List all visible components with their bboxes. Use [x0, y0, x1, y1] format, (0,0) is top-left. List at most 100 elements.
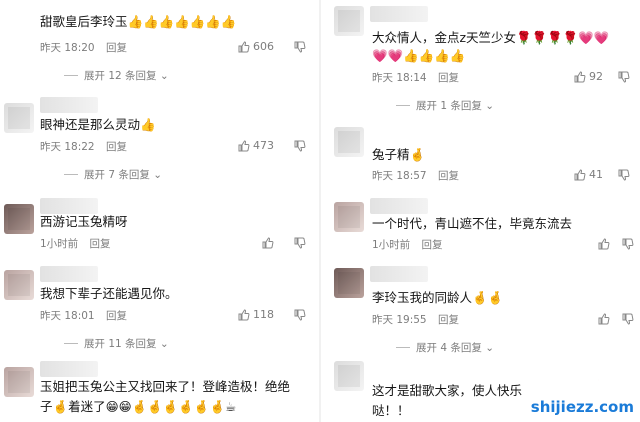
- comment-text-line1: 玉姐把玉兔公主又找回来了！登峰造极！绝绝: [40, 379, 291, 394]
- comment-text: 甜歌皇后李玲玉👍👍👍👍👍👍👍: [40, 14, 237, 29]
- thumbs-up-icon: [598, 238, 610, 250]
- comment-text-line2: 子🤞着迷了😁😁🤞🤞🤞🤞🤞🤞☕: [40, 399, 237, 414]
- column-divider: [319, 0, 321, 422]
- comment-time: 昨天 18:57: [372, 170, 427, 182]
- comment-time: 1小时前: [40, 238, 79, 250]
- thumbs-up-icon: [574, 169, 586, 181]
- like-button[interactable]: [262, 236, 277, 249]
- comment-meta: 昨天 18:20 回复: [40, 40, 127, 55]
- expand-replies[interactable]: 展开 12 条回复 ⌄: [64, 68, 169, 83]
- comment-text-line2: 💗💗👍👍👍👍: [372, 48, 466, 63]
- avatar[interactable]: [4, 103, 34, 133]
- username-blurred: [40, 266, 98, 282]
- thumbs-down-icon[interactable]: [618, 71, 630, 83]
- comment-text-line1: 这才是甜歌大家，使人快乐: [372, 383, 523, 398]
- comment-meta: 昨天 19:55 回复: [372, 312, 459, 327]
- chevron-down-icon: ⌄: [156, 338, 169, 350]
- comment-text-line1: 大众情人，金点z天竺少女🌹🌹🌹🌹💗💗: [372, 30, 610, 45]
- like-button[interactable]: [598, 312, 613, 325]
- reply-button[interactable]: 回复: [106, 42, 127, 54]
- comment-meta: 昨天 18:22 回复: [40, 139, 127, 154]
- comment-meta: 1小时前 回复: [40, 236, 111, 251]
- like-button[interactable]: 41: [574, 168, 603, 181]
- comment-meta: 1小时前 回复: [372, 237, 443, 252]
- avatar[interactable]: [334, 127, 364, 157]
- comment-text: 眼神还是那么灵动👍: [40, 117, 156, 132]
- avatar[interactable]: [4, 270, 34, 300]
- thumbs-down-icon[interactable]: [294, 237, 306, 249]
- reply-button[interactable]: 回复: [106, 141, 127, 153]
- username-blurred: [40, 97, 98, 113]
- comment-text: 兔子精🤞: [372, 147, 426, 162]
- username-blurred: [370, 6, 428, 22]
- expand-line: [396, 105, 410, 106]
- comment-text: 一个时代，青山遮不住，毕竟东流去: [372, 216, 573, 231]
- comment-meta: 昨天 18:14 回复: [372, 70, 459, 85]
- chevron-down-icon: ⌄: [481, 100, 494, 112]
- chevron-down-icon: ⌄: [156, 70, 169, 82]
- comment-meta: 昨天 18:01 回复: [40, 308, 127, 323]
- comment-item: 大众情人，金点z天竺少女🌹🌹🌹🌹💗💗 💗💗👍👍👍👍 昨天 18:14 回复 92…: [322, 0, 640, 115]
- like-button[interactable]: 606: [238, 40, 274, 53]
- comment-item: 一个时代，青山遮不住，毕竟东流去 1小时前 回复: [322, 190, 640, 260]
- expand-replies[interactable]: 展开 11 条回复 ⌄: [64, 336, 169, 351]
- reply-button[interactable]: 回复: [422, 239, 443, 251]
- like-count: 606: [253, 40, 274, 53]
- comment-item: 西游记玉兔精呀 1小时前 回复: [0, 190, 318, 260]
- comment-time: 昨天 18:01: [40, 310, 95, 322]
- like-count: 92: [589, 70, 603, 83]
- expand-label: 展开 1 条回复: [416, 100, 482, 112]
- thumbs-up-icon: [238, 41, 250, 53]
- expand-line: [64, 174, 78, 175]
- expand-label: 展开 4 条回复: [416, 342, 482, 354]
- comment-meta: 昨天 18:57 回复: [372, 168, 459, 183]
- comment-item: 玉姐把玉兔公主又找回来了！登峰造极！绝绝 子🤞着迷了😁😁🤞🤞🤞🤞🤞🤞☕: [0, 355, 318, 422]
- thumbs-down-icon[interactable]: [622, 313, 634, 325]
- chevron-down-icon: ⌄: [481, 342, 494, 354]
- thumbs-down-icon[interactable]: [618, 169, 630, 181]
- expand-replies[interactable]: 展开 1 条回复 ⌄: [396, 98, 494, 113]
- comment-item: 眼神还是那么灵动👍 昨天 18:22 回复 473 展开 7 条回复 ⌄: [0, 95, 318, 190]
- expand-line: [64, 343, 78, 344]
- avatar[interactable]: [4, 367, 34, 397]
- expand-replies[interactable]: 展开 7 条回复 ⌄: [64, 167, 162, 182]
- thumbs-down-icon[interactable]: [294, 140, 306, 152]
- like-button[interactable]: [598, 237, 613, 250]
- thumbs-down-icon[interactable]: [294, 309, 306, 321]
- expand-replies[interactable]: 展开 4 条回复 ⌄: [396, 340, 494, 355]
- thumbs-up-icon: [598, 313, 610, 325]
- thumbs-down-icon[interactable]: [294, 41, 306, 53]
- reply-button[interactable]: 回复: [438, 170, 459, 182]
- reply-button[interactable]: 回复: [90, 238, 111, 250]
- avatar[interactable]: [4, 204, 34, 234]
- comment-text: 我想下辈子还能遇见你。: [40, 286, 178, 301]
- like-button[interactable]: 92: [574, 70, 603, 83]
- like-button[interactable]: 473: [238, 139, 274, 152]
- reply-button[interactable]: 回复: [438, 314, 459, 326]
- expand-line: [396, 347, 410, 348]
- comment-item: 甜歌皇后李玲玉👍👍👍👍👍👍👍 昨天 18:20 回复 606 展开 12 条回复…: [0, 0, 318, 95]
- like-button[interactable]: 118: [238, 308, 274, 321]
- watermark-title: 世界之最: [536, 372, 629, 398]
- thumbs-up-icon: [238, 140, 250, 152]
- thumbs-up-icon: [262, 237, 274, 249]
- comment-item: 李玲玉我的同龄人🤞🤞 昨天 19:55 回复 展开 4 条回复 ⌄: [322, 260, 640, 355]
- comment-item: 兔子精🤞 昨天 18:57 回复 41: [322, 115, 640, 190]
- thumbs-down-icon[interactable]: [622, 238, 634, 250]
- avatar[interactable]: [334, 361, 364, 391]
- comment-item: 我想下辈子还能遇见你。 昨天 18:01 回复 118 展开 11 条回复 ⌄: [0, 260, 318, 355]
- reply-button[interactable]: 回复: [106, 310, 127, 322]
- thumbs-up-icon: [574, 71, 586, 83]
- avatar[interactable]: [334, 268, 364, 298]
- like-count: 41: [589, 168, 603, 181]
- comment-text: 李玲玉我的同龄人🤞🤞: [372, 290, 504, 305]
- chevron-down-icon: ⌄: [149, 169, 162, 181]
- watermark-url: shijiezz.com: [530, 398, 634, 416]
- username-blurred: [40, 361, 98, 377]
- reply-button[interactable]: 回复: [438, 72, 459, 84]
- avatar[interactable]: [334, 6, 364, 36]
- username-blurred: [370, 198, 428, 214]
- expand-line: [64, 75, 78, 76]
- avatar[interactable]: [334, 202, 364, 232]
- comment-time: 昨天 19:55: [372, 314, 427, 326]
